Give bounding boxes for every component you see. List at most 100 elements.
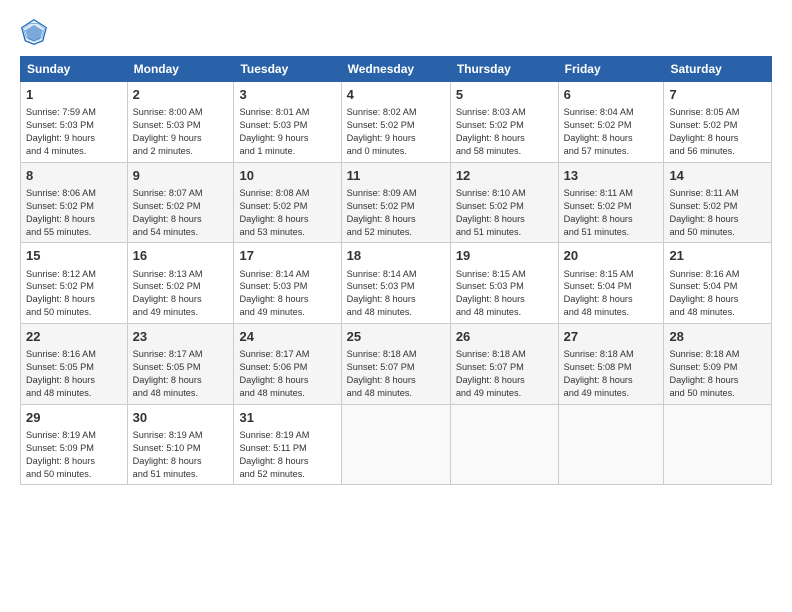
day-info-line: and 48 minutes. xyxy=(347,387,445,400)
day-info-line: Sunset: 5:02 PM xyxy=(456,119,553,132)
calendar-cell: 13Sunrise: 8:11 AMSunset: 5:02 PMDayligh… xyxy=(558,162,664,243)
weekday-header: Sunday xyxy=(21,57,128,82)
day-info-line: Daylight: 8 hours xyxy=(564,132,659,145)
day-info-line: Sunset: 5:04 PM xyxy=(564,280,659,293)
day-info-line: Sunset: 5:02 PM xyxy=(347,119,445,132)
day-info-line: Sunset: 5:10 PM xyxy=(133,442,229,455)
day-info-line: Sunrise: 8:04 AM xyxy=(564,106,659,119)
day-info-line: and 50 minutes. xyxy=(26,306,122,319)
day-number: 27 xyxy=(564,328,659,346)
weekday-header: Friday xyxy=(558,57,664,82)
calendar-cell: 11Sunrise: 8:09 AMSunset: 5:02 PMDayligh… xyxy=(341,162,450,243)
day-info-line: and 51 minutes. xyxy=(456,226,553,239)
day-info-line: Sunrise: 8:18 AM xyxy=(456,348,553,361)
day-number: 5 xyxy=(456,86,553,104)
day-info-line: Sunset: 5:03 PM xyxy=(26,119,122,132)
day-info-line: Daylight: 8 hours xyxy=(669,213,766,226)
day-info-line: and 48 minutes. xyxy=(239,387,335,400)
day-info-line: Sunrise: 8:18 AM xyxy=(669,348,766,361)
calendar-cell: 19Sunrise: 8:15 AMSunset: 5:03 PMDayligh… xyxy=(450,243,558,324)
day-info-line: Sunset: 5:09 PM xyxy=(26,442,122,455)
calendar-cell: 20Sunrise: 8:15 AMSunset: 5:04 PMDayligh… xyxy=(558,243,664,324)
day-number: 19 xyxy=(456,247,553,265)
day-number: 28 xyxy=(669,328,766,346)
day-info-line: Daylight: 9 hours xyxy=(239,132,335,145)
day-info-line: Daylight: 8 hours xyxy=(133,213,229,226)
day-info-line: and 53 minutes. xyxy=(239,226,335,239)
header xyxy=(20,18,772,46)
day-info-line: Sunrise: 8:08 AM xyxy=(239,187,335,200)
day-info-line: Sunset: 5:03 PM xyxy=(456,280,553,293)
day-info-line: and 50 minutes. xyxy=(26,468,122,481)
day-info-line: Sunrise: 8:05 AM xyxy=(669,106,766,119)
calendar-cell: 26Sunrise: 8:18 AMSunset: 5:07 PMDayligh… xyxy=(450,324,558,405)
day-info-line: and 51 minutes. xyxy=(564,226,659,239)
calendar-cell: 4Sunrise: 8:02 AMSunset: 5:02 PMDaylight… xyxy=(341,82,450,163)
calendar-week-row: 22Sunrise: 8:16 AMSunset: 5:05 PMDayligh… xyxy=(21,324,772,405)
day-info-line: and 49 minutes. xyxy=(239,306,335,319)
day-info-line: and 57 minutes. xyxy=(564,145,659,158)
day-info-line: Sunrise: 8:09 AM xyxy=(347,187,445,200)
day-info-line: Sunrise: 8:01 AM xyxy=(239,106,335,119)
day-number: 23 xyxy=(133,328,229,346)
calendar-cell: 3Sunrise: 8:01 AMSunset: 5:03 PMDaylight… xyxy=(234,82,341,163)
day-number: 22 xyxy=(26,328,122,346)
day-info-line: Daylight: 8 hours xyxy=(239,293,335,306)
day-info-line: and 52 minutes. xyxy=(239,468,335,481)
calendar-cell xyxy=(558,404,664,485)
day-info-line: and 55 minutes. xyxy=(26,226,122,239)
day-info-line: Sunrise: 8:07 AM xyxy=(133,187,229,200)
day-info-line: and 48 minutes. xyxy=(26,387,122,400)
day-info-line: Sunrise: 8:13 AM xyxy=(133,268,229,281)
calendar-cell: 9Sunrise: 8:07 AMSunset: 5:02 PMDaylight… xyxy=(127,162,234,243)
calendar-header-row: SundayMondayTuesdayWednesdayThursdayFrid… xyxy=(21,57,772,82)
day-info-line: Daylight: 8 hours xyxy=(669,132,766,145)
day-info-line: Daylight: 8 hours xyxy=(669,374,766,387)
calendar-cell: 16Sunrise: 8:13 AMSunset: 5:02 PMDayligh… xyxy=(127,243,234,324)
calendar-cell: 25Sunrise: 8:18 AMSunset: 5:07 PMDayligh… xyxy=(341,324,450,405)
day-info-line: and 52 minutes. xyxy=(347,226,445,239)
day-info-line: Sunrise: 7:59 AM xyxy=(26,106,122,119)
day-info-line: Sunrise: 8:00 AM xyxy=(133,106,229,119)
day-number: 29 xyxy=(26,409,122,427)
calendar-cell: 17Sunrise: 8:14 AMSunset: 5:03 PMDayligh… xyxy=(234,243,341,324)
day-info-line: Sunset: 5:02 PM xyxy=(133,280,229,293)
day-info-line: Sunrise: 8:03 AM xyxy=(456,106,553,119)
weekday-header: Tuesday xyxy=(234,57,341,82)
weekday-header: Saturday xyxy=(664,57,772,82)
calendar-cell: 7Sunrise: 8:05 AMSunset: 5:02 PMDaylight… xyxy=(664,82,772,163)
logo xyxy=(20,18,52,46)
day-number: 13 xyxy=(564,167,659,185)
calendar-cell: 15Sunrise: 8:12 AMSunset: 5:02 PMDayligh… xyxy=(21,243,128,324)
day-info-line: Sunset: 5:06 PM xyxy=(239,361,335,374)
day-info-line: Daylight: 8 hours xyxy=(456,293,553,306)
day-number: 17 xyxy=(239,247,335,265)
day-info-line: Daylight: 8 hours xyxy=(239,374,335,387)
day-info-line: Daylight: 9 hours xyxy=(347,132,445,145)
day-info-line: Sunset: 5:08 PM xyxy=(564,361,659,374)
day-info-line: Sunset: 5:07 PM xyxy=(456,361,553,374)
calendar-cell xyxy=(341,404,450,485)
weekday-header: Wednesday xyxy=(341,57,450,82)
day-number: 31 xyxy=(239,409,335,427)
day-info-line: Sunset: 5:03 PM xyxy=(347,280,445,293)
day-info-line: Sunset: 5:02 PM xyxy=(456,200,553,213)
day-info-line: Daylight: 8 hours xyxy=(347,213,445,226)
day-number: 16 xyxy=(133,247,229,265)
day-info-line: Sunrise: 8:10 AM xyxy=(456,187,553,200)
day-number: 15 xyxy=(26,247,122,265)
day-info-line: Sunset: 5:02 PM xyxy=(564,200,659,213)
logo-icon xyxy=(20,18,48,46)
day-info-line: Sunset: 5:02 PM xyxy=(347,200,445,213)
day-info-line: Sunset: 5:03 PM xyxy=(239,119,335,132)
day-info-line: Sunset: 5:05 PM xyxy=(26,361,122,374)
day-number: 20 xyxy=(564,247,659,265)
day-info-line: Sunset: 5:02 PM xyxy=(26,200,122,213)
day-info-line: and 48 minutes. xyxy=(133,387,229,400)
day-info-line: and 48 minutes. xyxy=(669,306,766,319)
calendar-cell: 2Sunrise: 8:00 AMSunset: 5:03 PMDaylight… xyxy=(127,82,234,163)
day-info-line: Sunset: 5:02 PM xyxy=(564,119,659,132)
day-info-line: Sunset: 5:02 PM xyxy=(26,280,122,293)
day-info-line: Sunrise: 8:14 AM xyxy=(239,268,335,281)
day-info-line: Daylight: 9 hours xyxy=(26,132,122,145)
